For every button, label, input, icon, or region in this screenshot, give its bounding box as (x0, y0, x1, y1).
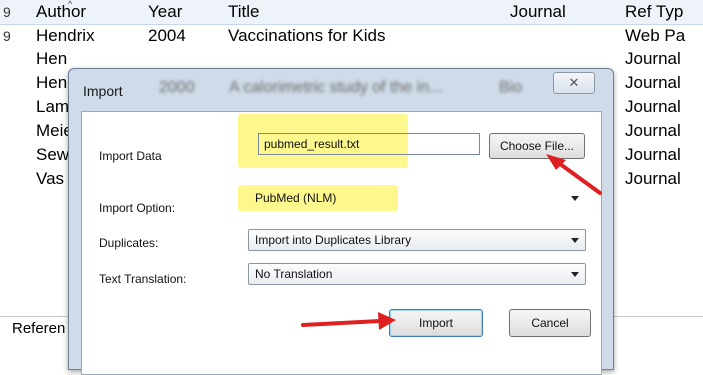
row-ref-type: Journal (625, 121, 681, 140)
column-journal[interactable]: Journal (510, 2, 566, 22)
close-icon: ✕ (568, 75, 580, 90)
row-ref-type: Journal (625, 73, 681, 92)
import-data-label: Import Data (99, 149, 162, 163)
import-file-field[interactable]: pubmed_result.txt (258, 133, 480, 155)
duplicates-label: Duplicates: (99, 236, 159, 250)
column-year[interactable]: Year (148, 2, 182, 22)
import-option-label: Import Option: (99, 201, 176, 215)
row-author: Vas (36, 169, 65, 188)
row-author: Sew (36, 145, 70, 164)
text-translation-select[interactable]: No Translation (248, 263, 586, 285)
row-ref-type: Journal (625, 97, 681, 116)
column-title[interactable]: Title (228, 2, 260, 22)
dialog-body: Import Data pubmed_result.txt Choose Fil… (81, 111, 602, 375)
row-year: 2004 (148, 26, 186, 45)
table-row[interactable]: 9 Hendrix 2004 Vaccinations for Kids Web… (0, 25, 703, 48)
choose-file-button[interactable]: Choose File... (489, 133, 585, 159)
close-button[interactable]: ✕ (553, 72, 595, 94)
row-number: 9 (3, 28, 11, 44)
chevron-down-icon (571, 272, 579, 277)
row-author: Hen (36, 49, 68, 68)
reference-tab-label[interactable]: Referen (12, 320, 65, 337)
chevron-down-icon (571, 196, 579, 201)
blurred-row-year: 2000 (159, 79, 195, 96)
row-ref-type: Web Pa (625, 26, 686, 45)
column-ref-type[interactable]: Ref Typ (625, 2, 683, 22)
row-ref-type: Journal (625, 145, 681, 164)
text-translation-value: No Translation (255, 267, 333, 281)
library-column-header: 9 ^ Author Year Title Journal Ref Typ (0, 0, 703, 25)
import-button[interactable]: Import (389, 309, 483, 337)
import-option-value: PubMed (NLM) (255, 191, 337, 205)
duplicates-value: Import into Duplicates Library (255, 233, 412, 247)
row-ref-type: Journal (625, 49, 681, 68)
cancel-button[interactable]: Cancel (509, 309, 591, 337)
row-ref-type: Journal (625, 169, 681, 188)
chevron-down-icon (571, 238, 579, 243)
duplicates-select[interactable]: Import into Duplicates Library (248, 229, 586, 251)
blurred-row-title: A calorimetric study of the in... (229, 79, 443, 96)
row-author: Hen (36, 73, 68, 92)
import-dialog: Import 2000 A calorimetric study of the … (68, 68, 614, 375)
column-number: 9 (3, 4, 11, 20)
import-option-select[interactable]: PubMed (NLM) (248, 187, 586, 209)
row-author: Lam (36, 97, 70, 116)
row-title: Vaccinations for Kids (228, 26, 386, 45)
column-author[interactable]: Author (36, 2, 86, 22)
blurred-row-journal: Bio (499, 79, 523, 96)
row-author: Hendrix (36, 26, 95, 45)
dialog-title: Import (83, 83, 123, 99)
text-translation-label: Text Translation: (99, 272, 187, 286)
